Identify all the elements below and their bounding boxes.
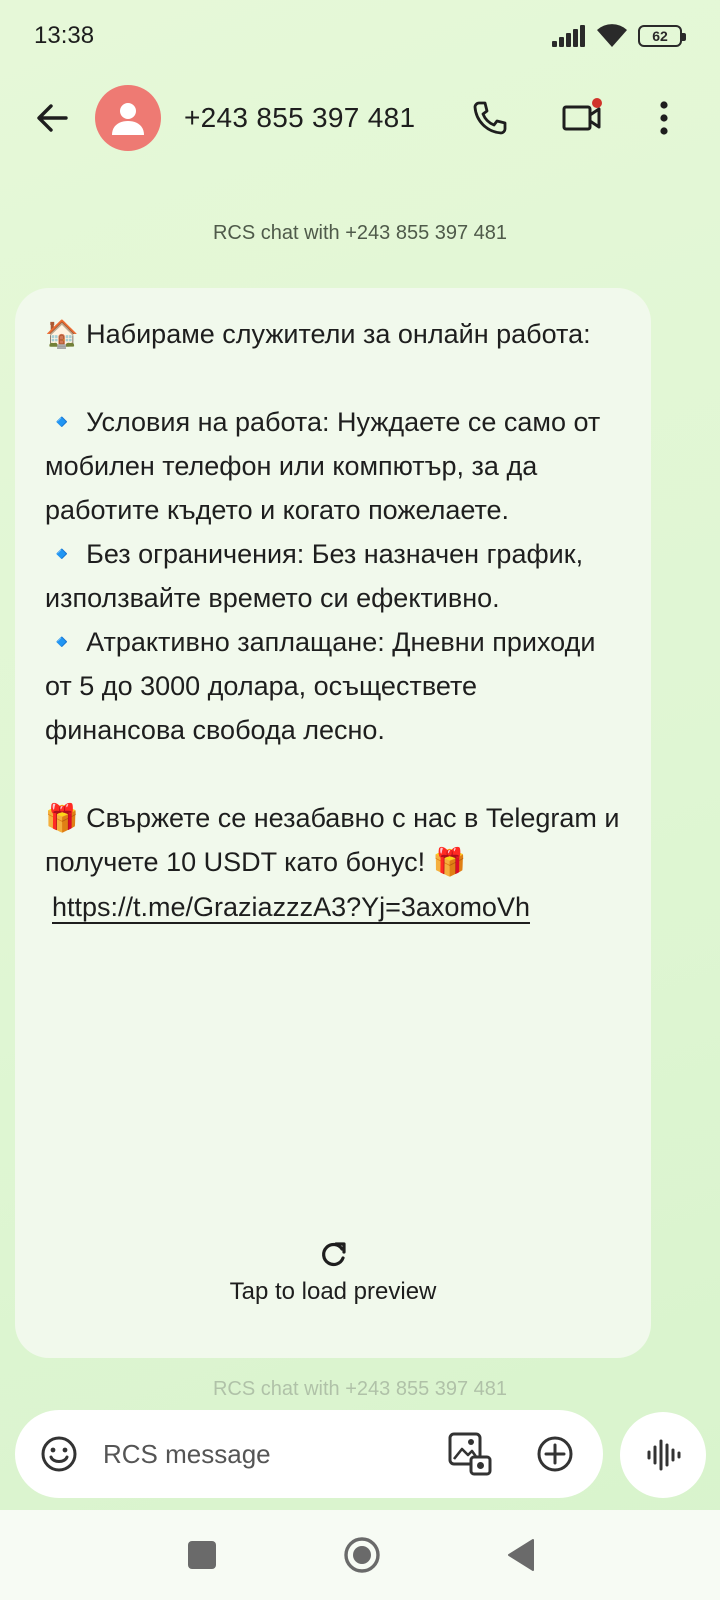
signal-icon	[552, 25, 585, 47]
link-preview[interactable]: Tap to load preview	[15, 1240, 651, 1306]
call-button[interactable]	[466, 94, 514, 142]
home-circle-icon	[344, 1537, 380, 1573]
more-options-button[interactable]	[644, 94, 684, 142]
gallery-icon	[448, 1432, 492, 1476]
messaging-screen: 13:38 62 +243 855 397 481 RCS chat with …	[0, 0, 720, 1600]
status-bar: 13:38 62	[0, 0, 720, 72]
emoji-button[interactable]	[37, 1432, 81, 1476]
contact-avatar[interactable]	[95, 85, 161, 151]
message-input[interactable]	[103, 1432, 423, 1476]
voice-message-button[interactable]	[620, 1412, 706, 1498]
system-navigation-bar	[0, 1510, 720, 1600]
emoji-icon	[41, 1436, 77, 1472]
home-button[interactable]	[342, 1535, 382, 1575]
refresh-icon	[322, 1242, 346, 1267]
preview-label: Tap to load preview	[229, 1278, 437, 1305]
battery-indicator: 62	[638, 25, 686, 47]
add-circle-icon	[537, 1436, 573, 1472]
status-time: 13:38	[34, 22, 95, 49]
voice-wave-icon	[647, 1439, 681, 1471]
more-vert-icon	[660, 101, 668, 135]
arrow-left-icon	[37, 104, 68, 132]
recents-button[interactable]	[188, 1541, 216, 1569]
contact-name[interactable]: +243 855 397 481	[184, 102, 415, 134]
message-composer	[15, 1410, 603, 1498]
wifi-icon	[597, 24, 627, 47]
add-attachment-button[interactable]	[531, 1430, 579, 1478]
battery-level: 62	[652, 28, 668, 44]
person-icon	[112, 103, 144, 135]
gallery-button[interactable]	[445, 1429, 495, 1479]
system-back-button[interactable]	[506, 1538, 536, 1572]
triangle-back-icon	[508, 1539, 534, 1571]
back-button[interactable]	[28, 94, 76, 142]
conversation-header: +243 855 397 481	[0, 82, 720, 154]
rcs-chat-notice-faded: RCS chat with +243 855 397 481	[212, 1378, 508, 1400]
notification-dot	[592, 98, 602, 108]
message-link[interactable]: https://t.me/GraziazzzA3?Yj=3axomoVh	[52, 892, 621, 923]
status-icons: 62	[552, 24, 686, 48]
phone-icon	[473, 101, 507, 135]
video-call-button[interactable]	[556, 94, 608, 142]
message-text: 🏠 Набираме служители за онлайн работа: 🔹…	[45, 319, 620, 877]
rcs-chat-notice: RCS chat with +243 855 397 481	[212, 222, 508, 244]
message-bubble[interactable]: 🏠 Набираме служители за онлайн работа: 🔹…	[15, 288, 651, 1358]
